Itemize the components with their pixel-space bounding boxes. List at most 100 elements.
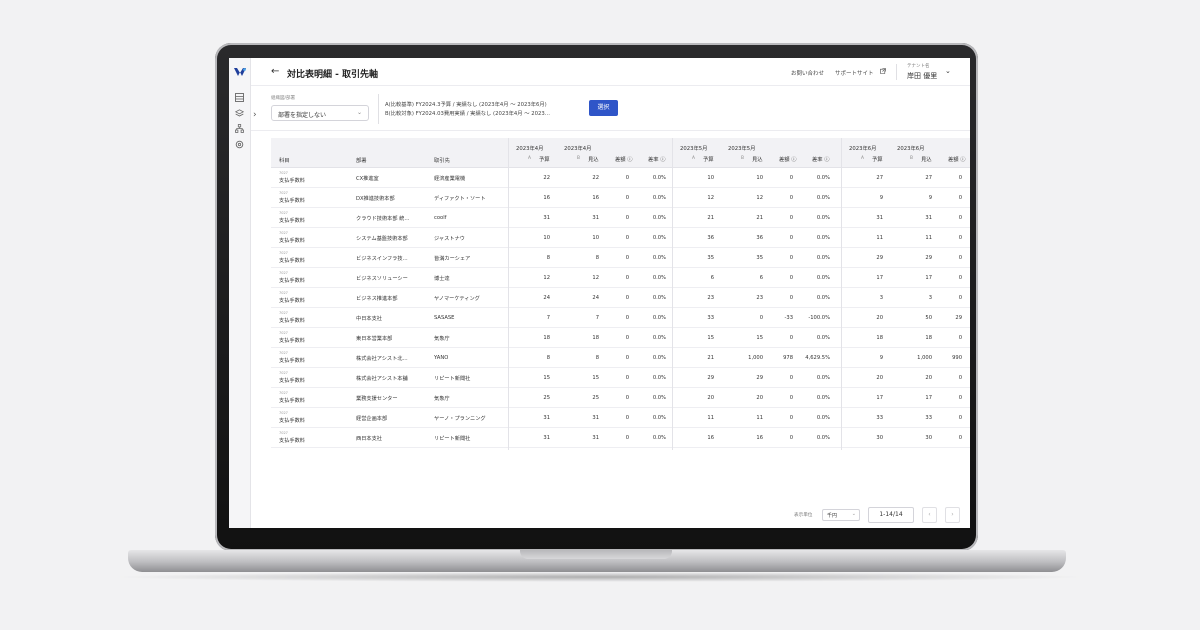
diff-rate-cell: 0.0%	[816, 275, 830, 281]
table-row[interactable]: 7027 支払手数料 業務支援センター 気象庁 25 25 0 0.0% 20 20 0 0.0% 17…	[271, 388, 970, 408]
dept-cell: 西日本支社	[356, 436, 382, 442]
chevron-down-icon[interactable]: ⌄	[945, 67, 951, 75]
rail-expand-chevron-icon[interactable]: ›	[253, 110, 257, 120]
account-code: 7027	[279, 371, 288, 375]
next-page-button[interactable]: ›	[945, 507, 960, 523]
diff-rate-cell: 0.0%	[816, 215, 830, 221]
table-header: 科目 部署 取引先 2023年4月 2023年4月 A 予算 B 見込 差額 ⓘ 差率 ⓘ 20…	[271, 138, 970, 168]
dept-cell: 業務支援センター	[356, 396, 398, 402]
budget-cell: 20	[876, 315, 883, 321]
back-arrow-icon[interactable]: ←	[271, 66, 279, 77]
diff-cell: 0	[625, 435, 629, 441]
diff-cell: 0	[958, 435, 962, 441]
diff-rate-cell: 0.0%	[652, 175, 666, 181]
diff-rate-cell: 0.0%	[652, 375, 666, 381]
budget-cell: 18	[543, 335, 550, 341]
diff-cell: 0	[958, 235, 962, 241]
dept-cell: ビジネスインフラ技…	[356, 256, 408, 262]
diff-cell: 0	[625, 375, 629, 381]
user-name[interactable]: 岸田 優里	[907, 71, 937, 81]
account-code: 7027	[279, 431, 288, 435]
table-row[interactable]: 7027 支払手数料 東日本営業本部 気象庁 18 18 0 0.0% 15 15 0 0.0% 18 1…	[271, 328, 970, 348]
table-row[interactable]: 7027 支払手数料 経営企画本部 ヤーノ・プランニング 31 31 0 0.0% 11 11 0 0…	[271, 408, 970, 428]
budget-cell: 10	[543, 235, 550, 241]
table-row[interactable]: 7027 支払手数料 DX推進技術本部 ディファクト・ソート 16 16 0 0.0% 12 12…	[271, 188, 970, 208]
dept-cell: ビジネスソリューシー	[356, 276, 408, 282]
select-button[interactable]: 選択	[589, 100, 618, 116]
table-row[interactable]: 7027 支払手数料 株式会社アシスト本舗 リピート新聞社 15 15 0 0.0% 29 29 0…	[271, 368, 970, 388]
account-name: 支払手数料	[279, 318, 305, 324]
budget-cell: 8	[546, 255, 550, 261]
diff-cell: 0	[958, 215, 962, 221]
unit-select[interactable]: 千円 ⌄	[822, 509, 860, 521]
account-name: 支払手数料	[279, 218, 305, 224]
dept-cell: ビジネス推進本部	[356, 296, 398, 302]
dept-cell: システム基盤技術本部	[356, 236, 408, 242]
compare-a-text: A(比較基準) FY2024.3予算 / 実績なし (2023年4月 〜 202…	[385, 102, 547, 108]
org-icon[interactable]	[235, 124, 244, 133]
table-row[interactable]: 7027 支払手数料 CX推進室 経済産業電機 22 22 0 0.0% 10 10 0 0.0% 27…	[271, 168, 970, 188]
account-name: 支払手数料	[279, 258, 305, 264]
laptop-notch	[520, 550, 672, 559]
diff-cell: 0	[789, 375, 793, 381]
diff-cell: 978	[783, 355, 793, 361]
account-code: 7027	[279, 271, 288, 275]
layers-icon[interactable]	[235, 109, 244, 118]
diff-cell: 0	[625, 235, 629, 241]
prev-page-button[interactable]: ‹	[922, 507, 937, 523]
budget-cell: 11	[707, 415, 714, 421]
diff-rate-cell: 0.0%	[652, 255, 666, 261]
account-name: 支払手数料	[279, 338, 305, 344]
diff-cell: 0	[958, 335, 962, 341]
table-row[interactable]: 7027 支払手数料 ビジネス推進本部 ヤノマーケティング 24 24 0 0.0% 23 23 0…	[271, 288, 970, 308]
account-name: 支払手数料	[279, 238, 305, 244]
table-row[interactable]: 7027 支払手数料 ビジネスインフラ技… 皆満カーシェア 8 8 0 0.0% 35 35 0 0.…	[271, 248, 970, 268]
account-code: 7027	[279, 251, 288, 255]
sub-a-label: A	[692, 156, 695, 161]
budget-cell: 17	[876, 275, 883, 281]
left-rail	[229, 58, 251, 528]
budget-cell: 31	[876, 215, 883, 221]
dept-cell: 経営企画本部	[356, 416, 388, 422]
partner-cell: YANO	[434, 355, 449, 361]
table-row[interactable]: 7027 支払手数料 西日本支社 リピート新聞社 31 31 0 0.0% 16 16 0 0.0% 3…	[271, 428, 970, 448]
account-name: 支払手数料	[279, 438, 305, 444]
diff-cell: 29	[955, 315, 962, 321]
diff-cell: 0	[958, 175, 962, 181]
diff-cell: 0	[789, 275, 793, 281]
partner-cell: SASASE	[434, 315, 455, 321]
diff-cell: 0	[625, 275, 629, 281]
budget-cell: 9	[879, 195, 883, 201]
budget-cell: 29	[707, 375, 714, 381]
dept-cell: 株式会社アシスト本舗	[356, 376, 408, 382]
account-name: 支払手数料	[279, 358, 305, 364]
budget-cell: 12	[543, 275, 550, 281]
table-icon[interactable]	[235, 93, 244, 102]
table-row[interactable]: 7027 支払手数料 クラウド技術本部 統… coolf 31 31 0 0.0% 21 21 0 0…	[271, 208, 970, 228]
budget-cell: 16	[707, 435, 714, 441]
logo-icon[interactable]	[233, 66, 247, 78]
partner-cell: ヤーノ・プランニング	[434, 416, 486, 422]
support-site-link[interactable]: サポートサイト	[835, 69, 874, 77]
diff-cell: 0	[789, 295, 793, 301]
settings-icon[interactable]	[235, 140, 244, 149]
account-name: 支払手数料	[279, 418, 305, 424]
diff-cell: 0	[789, 235, 793, 241]
contact-link[interactable]: お問い合わせ	[791, 69, 824, 77]
account-code: 7027	[279, 171, 288, 175]
dept-select[interactable]: 部署を指定しない ⌄	[271, 105, 369, 121]
diff-rate-cell: 0.0%	[652, 435, 666, 441]
account-name: 支払手数料	[279, 278, 305, 284]
col-partner: 取引先	[434, 158, 450, 164]
diff-rate-cell: 0.0%	[816, 395, 830, 401]
sub-a-label: A	[861, 156, 864, 161]
dept-cell: 中日本支社	[356, 316, 382, 322]
table-row[interactable]: 7027 支払手数料 中日本支社 SASASE 7 7 0 0.0% 33 0 -33 -100.0%…	[271, 308, 970, 328]
diff-rate-cell: 0.0%	[816, 295, 830, 301]
table-row[interactable]: 7027 支払手数料 システム基盤技術本部 ジャストナウ 10 10 0 0.0% 36 36 0 0…	[271, 228, 970, 248]
table-row[interactable]: 7027 支払手数料 ビジネスソリューシー 博士達 12 12 0 0.0% 6 6 0 0.0% 17…	[271, 268, 970, 288]
forecast-header: 見込	[752, 157, 763, 163]
partner-cell: ディファクト・ソート	[434, 196, 486, 202]
budget-cell: 12	[707, 195, 714, 201]
table-row[interactable]: 7027 支払手数料 株式会社アシスト北… YANO 8 8 0 0.0% 21 1,000 978…	[271, 348, 970, 368]
